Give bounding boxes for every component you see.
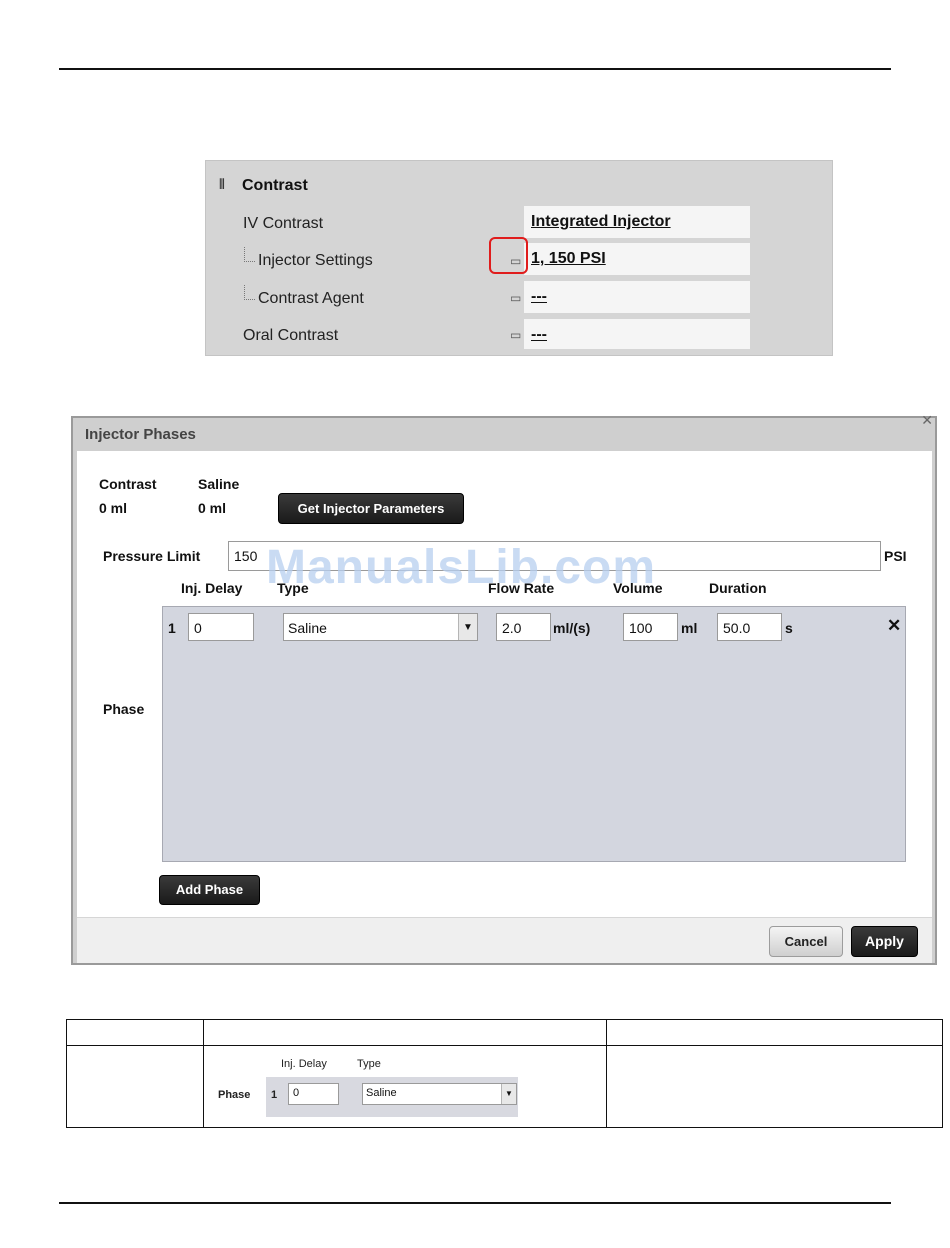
dialog-footer: Cancel Apply — [77, 917, 932, 963]
saline-volume-value: 0 ml — [198, 500, 227, 516]
mini-delay-input: 0 — [288, 1083, 339, 1105]
table-header-cell — [203, 1019, 607, 1046]
col-inj-delay: Inj. Delay — [181, 580, 243, 596]
contrast-volume-label: Contrast — [99, 476, 157, 492]
contrast-agent-label: Contrast Agent — [258, 290, 364, 307]
duration-unit: s — [785, 620, 793, 636]
contrast-panel: ⫴ Contrast IV Contrast Integrated Inject… — [205, 160, 833, 356]
table-header-cell — [606, 1019, 943, 1046]
dropdown-arrow-icon: ▼ — [501, 1084, 516, 1104]
get-injector-parameters-button[interactable]: Get Injector Parameters — [278, 493, 464, 524]
pressure-unit: PSI — [884, 548, 907, 564]
mini-phase-index: 1 — [271, 1089, 278, 1101]
phase-label: Phase — [103, 701, 145, 717]
oral-contrast-label: Oral Contrast — [243, 327, 339, 344]
dialog-title: Injector Phases — [85, 426, 196, 443]
add-phase-button[interactable]: Add Phase — [159, 875, 260, 905]
note-icon[interactable]: ▭ — [510, 328, 521, 342]
apply-button[interactable]: Apply — [851, 926, 918, 957]
type-select[interactable]: Saline ▼ — [283, 613, 478, 641]
tree-connector — [244, 285, 255, 300]
iv-contrast-label: IV Contrast — [243, 215, 324, 232]
type-select-value: Saline — [288, 620, 327, 636]
pressure-limit-label: Pressure Limit — [103, 548, 201, 564]
mini-phase-area: 1 0 Saline ▼ — [266, 1077, 518, 1117]
mini-type-label: Type — [357, 1058, 381, 1070]
volume-input[interactable]: 100 — [623, 613, 678, 641]
cancel-button[interactable]: Cancel — [769, 926, 843, 957]
oral-contrast-value-link[interactable]: --- — [524, 319, 750, 349]
table-cell — [66, 1045, 204, 1128]
injector-phases-dialog: Injector Phases ✕ Contrast 0 ml Saline 0… — [71, 412, 937, 965]
volume-unit: ml — [681, 620, 698, 636]
highlight-callout — [489, 237, 528, 274]
dropdown-arrow-icon[interactable]: ▼ — [458, 614, 477, 640]
flow-rate-unit: ml/(s) — [553, 620, 591, 636]
saline-volume-label: Saline — [198, 476, 240, 492]
dialog-body: Contrast 0 ml Saline 0 ml Get Injector P… — [77, 451, 932, 917]
inj-delay-input[interactable]: 0 — [188, 613, 254, 641]
syringe-icon: ⫴ — [219, 176, 225, 192]
table-cell — [606, 1045, 943, 1128]
header-rule — [59, 68, 891, 70]
mini-type-value: Saline — [366, 1087, 397, 1099]
watermark: ManualsLib.com — [266, 541, 657, 594]
remove-phase-icon[interactable]: ✕ — [887, 616, 901, 636]
phase-index: 1 — [168, 620, 176, 636]
contrast-panel-title: Contrast — [242, 177, 308, 194]
flow-rate-input[interactable]: 2.0 — [496, 613, 551, 641]
phase-list: 1 0 Saline ▼ 2.0 ml/(s) 100 ml 50.0 s ✕ — [162, 606, 906, 862]
table-header-cell — [66, 1019, 204, 1046]
tree-connector — [244, 247, 255, 262]
mini-type-select: Saline ▼ — [362, 1083, 517, 1105]
footer-rule — [59, 1202, 891, 1204]
col-duration: Duration — [709, 580, 767, 596]
mini-inj-delay-label: Inj. Delay — [281, 1058, 327, 1070]
note-icon[interactable]: ▭ — [510, 291, 521, 305]
injector-settings-value-link[interactable]: 1, 150 PSI — [524, 243, 750, 275]
mini-phase-label: Phase — [218, 1089, 251, 1101]
close-icon[interactable]: ✕ — [921, 412, 933, 429]
contrast-agent-value-link[interactable]: --- — [524, 281, 750, 313]
phase-snippet-image: Inj. Delay Type Phase 1 0 Saline ▼ — [206, 1053, 518, 1119]
iv-contrast-value-link[interactable]: Integrated Injector — [524, 206, 750, 238]
duration-input[interactable]: 50.0 — [717, 613, 782, 641]
injector-settings-label: Injector Settings — [258, 252, 373, 269]
contrast-volume-value: 0 ml — [99, 500, 128, 516]
